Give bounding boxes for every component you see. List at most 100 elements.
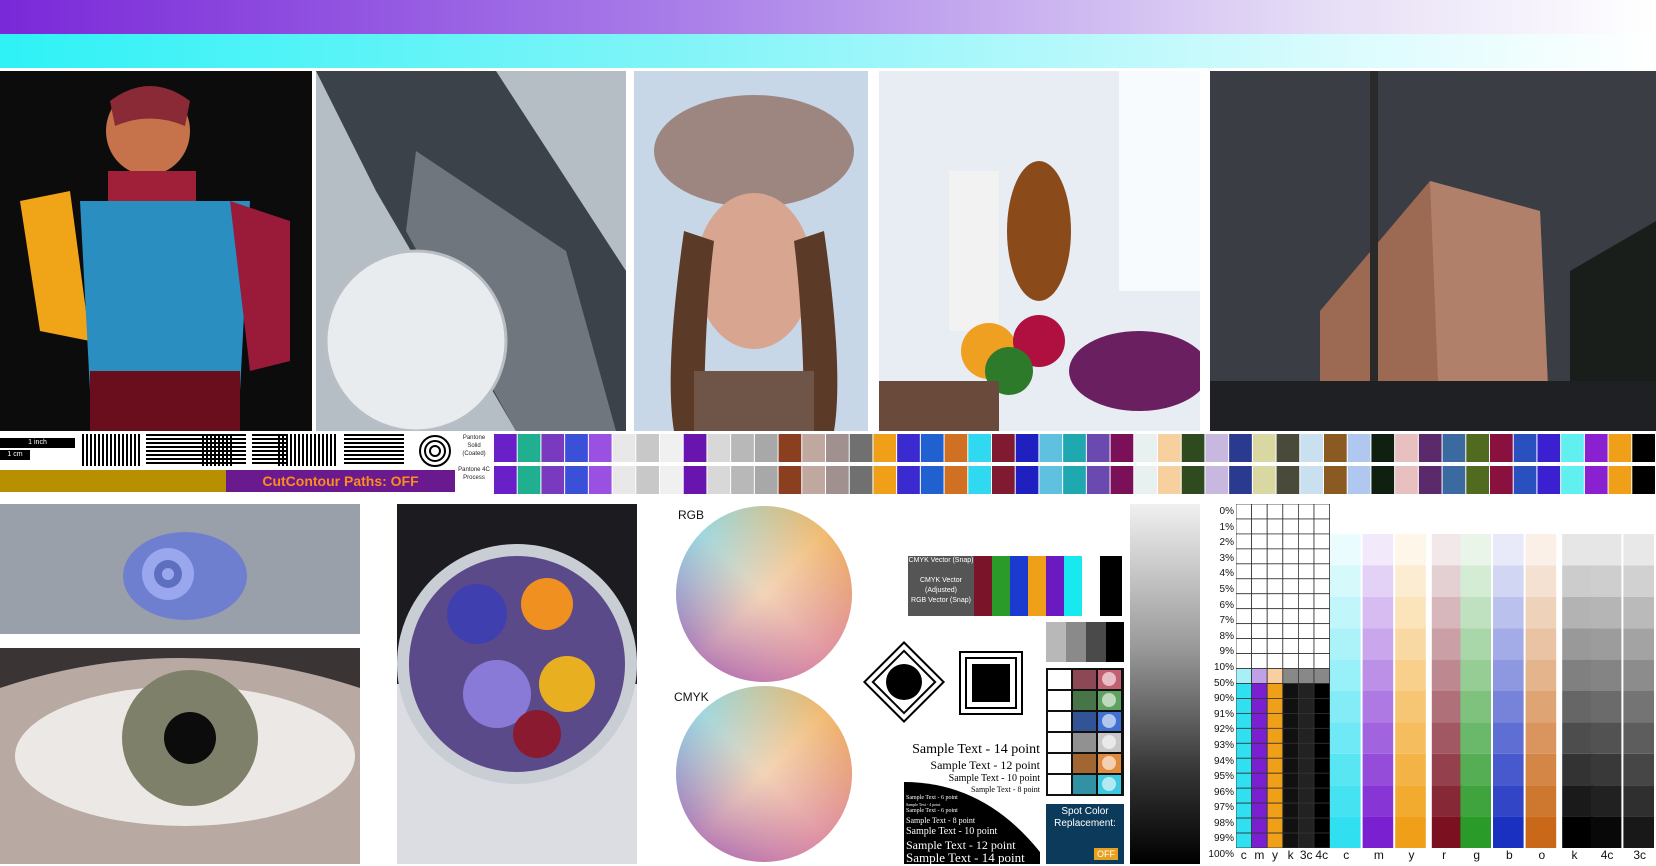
grid-cell: [1298, 742, 1315, 759]
grid-cell: [1282, 668, 1299, 684]
grid-cell: [1251, 638, 1268, 654]
color-ball-grid: [1046, 668, 1124, 796]
ramp-cell: [1460, 565, 1491, 597]
ramp-cell: [1590, 691, 1622, 723]
swatch: [1632, 466, 1655, 494]
ramp-cell: [1493, 596, 1524, 629]
grid-cell: [1266, 832, 1284, 848]
grid-cell: [1266, 683, 1284, 699]
grid-cell: [1266, 817, 1284, 834]
grid-cell: [1313, 578, 1330, 595]
swatch: [1039, 466, 1063, 494]
ramp-cell: [1590, 534, 1622, 566]
grid-cell: [1266, 593, 1284, 610]
ball-cell: [1048, 712, 1071, 731]
ramp-cell: [1362, 534, 1394, 566]
grid-cell: [1251, 787, 1268, 804]
swatch: [826, 434, 849, 462]
grid-cell: [1266, 563, 1284, 580]
ramp-cell: [1562, 628, 1593, 660]
grid-cell: [1251, 548, 1268, 565]
swatch: [1110, 434, 1134, 462]
swatch: [1252, 466, 1276, 494]
pantone-solid-label: Pantone Solid (Coated): [462, 435, 486, 457]
top-gradient-bar-purple: [0, 0, 1656, 34]
vertical-gray-gradient: [1130, 504, 1200, 864]
grid-cell: [1266, 757, 1284, 774]
swatch: [1513, 466, 1537, 494]
ramp-cell: [1562, 722, 1593, 754]
grid-cell: [1266, 518, 1284, 535]
swatch: [1537, 466, 1561, 494]
ramp-cell: [1395, 534, 1426, 566]
spot-color-box: Spot Color Replacement: OFF: [1046, 804, 1124, 864]
swatch: [1039, 434, 1063, 462]
swatch: [1276, 434, 1300, 462]
ramp-cell: [1623, 753, 1654, 786]
vector-legend-1: CMYK Vector (Snap): [908, 557, 974, 564]
swatch: [1608, 466, 1632, 494]
swatch: [541, 434, 565, 462]
grid-cell: [1251, 668, 1268, 684]
swatch: [1063, 434, 1086, 462]
grid-cell: [1251, 533, 1268, 550]
ramp-cell: [1362, 785, 1394, 817]
ramp-cell: [1395, 816, 1426, 848]
ramp-cell: [1431, 816, 1463, 848]
ramp-cell: [1623, 691, 1654, 723]
sample-text-6-white: Sample Text - 6 point: [906, 795, 958, 801]
ramp-cell: [1330, 722, 1361, 754]
swatch: [541, 466, 565, 494]
ball-highlight: [1102, 714, 1116, 728]
grid-cell: [1282, 578, 1299, 595]
spot-color-title: Spot Color Replacement:: [1054, 806, 1116, 829]
ramp-cell: [1431, 785, 1463, 817]
ball-cell: [1048, 670, 1071, 689]
ruler-inch: 1 inch: [0, 438, 75, 448]
ramp-cell: [1590, 628, 1622, 660]
ramp-cell: [1623, 565, 1654, 597]
swatch: [517, 434, 541, 462]
grid-cell: [1251, 817, 1268, 834]
swatch: [778, 466, 802, 494]
ramp-cell: [1431, 753, 1463, 786]
sample-text-block: Sample Text - 14 point Sample Text - 12 …: [904, 742, 1040, 865]
swatch: [517, 466, 541, 494]
swatch: [802, 434, 825, 462]
ramp-cell: [1623, 722, 1654, 754]
ramp-cell: [1590, 722, 1622, 754]
ramp-column-labels: c m y r g b o k 4c 3c: [1330, 848, 1656, 862]
swatch: [1086, 434, 1110, 462]
grid-cell: [1251, 578, 1268, 595]
ramp-cell: [1525, 628, 1557, 660]
grid-cell: [1282, 698, 1299, 714]
ramp-cell: [1525, 816, 1557, 848]
percent-label: 9%: [1219, 646, 1234, 658]
ramp-cell: [1362, 816, 1394, 848]
swatch: [1276, 466, 1300, 494]
color-ramps: [1330, 534, 1656, 848]
swatch: [1181, 466, 1205, 494]
grid-cell: [1298, 518, 1315, 535]
swatch: [494, 466, 517, 494]
ramp-cell: [1362, 753, 1394, 786]
ramp-cell: [1493, 565, 1524, 597]
rgb-color-wheel: [674, 504, 854, 684]
ramp-cell: [1431, 534, 1463, 566]
swatch: [1015, 466, 1039, 494]
ramp-cell: [1330, 596, 1361, 629]
grid-cell: [1313, 817, 1330, 834]
grid-cell: [1313, 832, 1330, 848]
swatch: [873, 466, 897, 494]
grid-cell: [1251, 623, 1268, 640]
grid-cell: [1313, 683, 1330, 699]
swatch: [612, 466, 636, 494]
ramp-cell: [1362, 628, 1394, 660]
percent-label: 7%: [1219, 615, 1234, 627]
ramp-cell: [1562, 691, 1593, 723]
percent-label: 1%: [1219, 521, 1234, 533]
ramp-cell: [1525, 753, 1557, 786]
percent-label: 6%: [1219, 599, 1234, 611]
ramp-cell: [1460, 596, 1491, 629]
grid-cell: [1251, 772, 1268, 789]
